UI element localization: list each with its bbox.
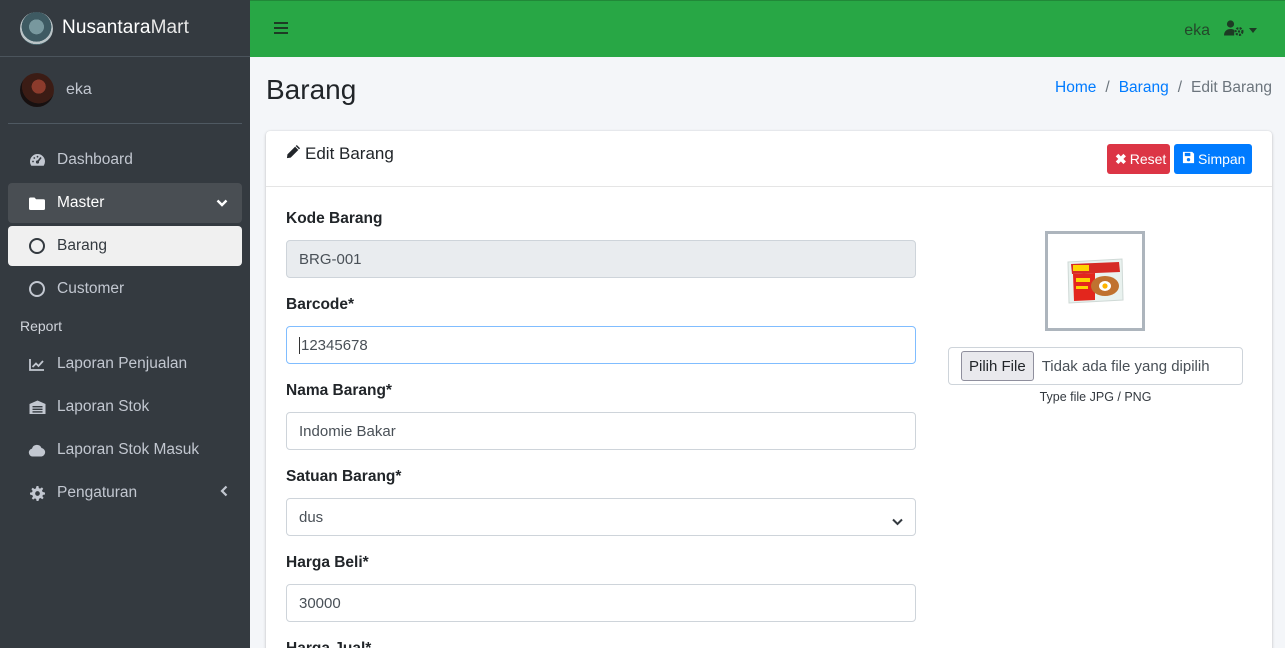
form-group-harga-beli: Harga Beli* 30000 xyxy=(286,554,916,622)
form-group-satuan: Satuan Barang* dus xyxy=(286,468,916,536)
product-image xyxy=(1067,258,1124,304)
nama-label: Nama Barang* xyxy=(286,382,392,399)
user-cog-icon xyxy=(1224,20,1249,41)
barcode-field[interactable]: 12345678 xyxy=(286,326,916,364)
file-status: Tidak ada file yang dipilih xyxy=(1041,357,1210,375)
form-group-harga-jual: Harga Jual* xyxy=(286,640,916,648)
breadcrumb-current: Edit Barang xyxy=(1191,79,1272,96)
pencil-icon xyxy=(286,144,305,164)
page-title: Barang xyxy=(266,74,357,105)
harga-beli-value: 30000 xyxy=(299,594,341,612)
sidebar-item-label: Dashboard xyxy=(57,151,133,168)
reset-button[interactable]: ✖ Reset xyxy=(1107,144,1170,174)
product-image-preview xyxy=(1045,231,1145,331)
kode-field: BRG-001 xyxy=(286,240,916,278)
sidebar-item-customer[interactable]: Customer xyxy=(8,269,242,309)
harga-jual-label: Harga Jual* xyxy=(286,640,916,648)
file-input[interactable]: Pilih File Tidak ada file yang dipilih xyxy=(948,347,1243,385)
avatar xyxy=(20,73,54,107)
reset-label: Reset xyxy=(1129,151,1167,167)
nama-field[interactable]: Indomie Bakar xyxy=(286,412,916,450)
satuan-label: Satuan Barang* xyxy=(286,468,402,485)
brand-logo xyxy=(20,11,53,45)
chevron-left-icon xyxy=(220,484,228,502)
sidebar-item-label: Master xyxy=(57,194,105,211)
tachometer-icon xyxy=(28,153,46,167)
sidebar-item-label: Barang xyxy=(57,237,107,254)
satuan-select[interactable]: dus xyxy=(286,498,916,536)
brand-name: NusantaraMart xyxy=(62,17,189,39)
sidebar-item-pengaturan[interactable]: Pengaturan xyxy=(8,473,242,513)
cog-icon xyxy=(28,485,46,501)
sidebar-item-master[interactable]: Master xyxy=(8,183,242,223)
barcode-label: Barcode* xyxy=(286,296,355,313)
content-header: Barang Home / Barang / Edit Barang xyxy=(266,72,1272,112)
sidebar-user-name: eka xyxy=(66,81,92,98)
circle-icon xyxy=(28,238,46,254)
top-navbar: eka xyxy=(250,0,1285,57)
breadcrumb-home[interactable]: Home xyxy=(1055,79,1096,97)
folder-icon xyxy=(28,197,46,210)
breadcrumb-separator: / xyxy=(1177,79,1182,96)
save-label: Simpan xyxy=(1198,151,1246,167)
sidebar-item-barang[interactable]: Barang xyxy=(8,226,242,266)
file-type-hint: Type file JPG / PNG xyxy=(1039,390,1152,404)
brand-name-bold: Nusantara xyxy=(62,17,151,38)
user-dropdown[interactable]: eka xyxy=(1184,20,1257,41)
cloud-icon xyxy=(28,444,46,457)
brand-name-light: Mart xyxy=(150,17,189,38)
sidebar-nav: Dashboard Master Barang Customer Report … xyxy=(0,124,250,513)
sidebar-item-label: Pengaturan xyxy=(57,484,138,501)
edit-card: Edit Barang ✖ Reset Simpan Kode Barang B… xyxy=(266,131,1272,648)
breadcrumb: Home / Barang / Edit Barang xyxy=(1055,79,1272,97)
brand-link[interactable]: NusantaraMart xyxy=(0,0,250,57)
choose-file-button[interactable]: Pilih File xyxy=(961,351,1034,381)
chart-line-icon xyxy=(28,358,46,371)
text-cursor xyxy=(299,336,300,354)
sidebar-item-label: Laporan Penjualan xyxy=(57,355,188,372)
sidebar-item-laporan-stok[interactable]: Laporan Stok xyxy=(8,387,242,427)
sidebar-item-dashboard[interactable]: Dashboard xyxy=(8,140,242,180)
nama-value: Indomie Bakar xyxy=(299,422,396,440)
breadcrumb-barang[interactable]: Barang xyxy=(1119,79,1169,97)
save-icon xyxy=(1182,151,1195,167)
satuan-value: dus xyxy=(299,508,324,526)
kode-value: BRG-001 xyxy=(299,250,362,268)
sidebar: NusantaraMart eka Dashboard Master Baran… xyxy=(0,0,250,648)
harga-beli-label: Harga Beli* xyxy=(286,554,369,571)
form-group-kode: Kode Barang BRG-001 xyxy=(286,210,916,278)
sidebar-item-label: Laporan Stok xyxy=(57,398,150,415)
card-header: Edit Barang ✖ Reset Simpan xyxy=(266,131,1272,187)
sidebar-item-label: Customer xyxy=(57,280,125,297)
sidebar-item-label: Laporan Stok Masuk xyxy=(57,441,200,458)
breadcrumb-separator: / xyxy=(1105,79,1110,96)
sidebar-item-laporan-stok-masuk[interactable]: Laporan Stok Masuk xyxy=(8,430,242,470)
nav-header-report: Report xyxy=(20,318,63,334)
warehouse-icon xyxy=(28,400,46,414)
barcode-value: 12345678 xyxy=(301,336,368,354)
user-panel[interactable]: eka xyxy=(8,57,242,124)
menu-toggle-icon[interactable] xyxy=(274,22,288,34)
save-button[interactable]: Simpan xyxy=(1174,144,1252,174)
times-icon: ✖ xyxy=(1115,150,1127,167)
chevron-down-icon xyxy=(216,194,228,212)
form-group-barcode: Barcode* 12345678 xyxy=(286,296,916,364)
card-title-text: Edit Barang xyxy=(305,144,394,163)
caret-down-icon xyxy=(1249,28,1257,33)
card-title: Edit Barang xyxy=(286,144,394,164)
form-group-nama: Nama Barang* Indomie Bakar xyxy=(286,382,916,450)
sidebar-item-laporan-penjualan[interactable]: Laporan Penjualan xyxy=(8,344,242,384)
chevron-down-icon xyxy=(892,513,903,530)
circle-icon xyxy=(28,281,46,297)
kode-label: Kode Barang xyxy=(286,210,383,227)
harga-beli-field[interactable]: 30000 xyxy=(286,584,916,622)
top-user-name: eka xyxy=(1184,21,1210,39)
